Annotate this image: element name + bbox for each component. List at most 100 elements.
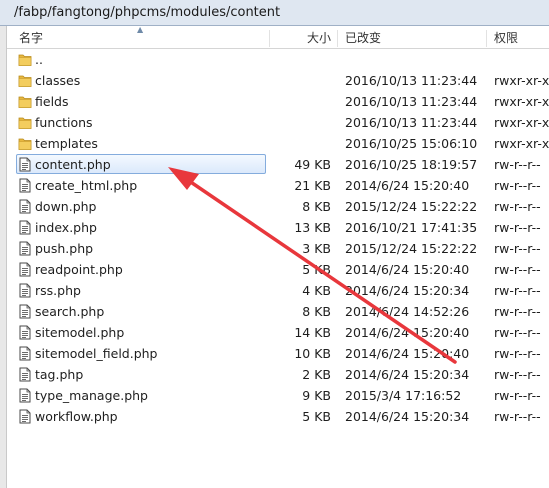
column-divider[interactable] xyxy=(269,30,270,47)
file-name: .. xyxy=(35,52,43,67)
file-row[interactable]: down.php 8 KB 2015/12/24 15:22:22 rw-r--r-- xyxy=(7,196,549,217)
folder-icon xyxy=(18,94,32,109)
folder-icon xyxy=(18,52,32,67)
file-name: templates xyxy=(35,136,98,151)
file-size: 8 KB xyxy=(302,199,331,214)
folder-row[interactable]: .. xyxy=(7,49,549,70)
file-row[interactable]: sitemodel.php 14 KB 2014/6/24 15:20:40 rw-r… xyxy=(7,322,549,343)
sort-ascending-icon: ▲ xyxy=(137,25,144,34)
column-divider[interactable] xyxy=(337,30,338,47)
file-modified: 2015/12/24 15:22:22 xyxy=(345,199,478,214)
column-header-modified[interactable]: 已改变 xyxy=(345,28,381,48)
file-size: 2 KB xyxy=(302,367,331,382)
folder-icon xyxy=(18,73,32,88)
file-row[interactable]: create_html.php 21 KB 2014/6/24 15:20:40 rw… xyxy=(7,175,549,196)
file-size xyxy=(267,112,331,133)
file-name: fields xyxy=(35,94,69,109)
path-bar[interactable]: /fabp/fangtong/phpcms/modules/content xyxy=(0,0,549,26)
file-modified: 2014/6/24 15:20:34 xyxy=(345,409,470,424)
column-header-name[interactable]: 名字 xyxy=(19,28,43,48)
column-divider[interactable] xyxy=(486,30,487,47)
file-permissions: rw-r--r-- xyxy=(494,283,541,298)
column-header: 名字 ▲ 大小 已改变 权限 xyxy=(7,25,549,49)
file-name: down.php xyxy=(35,199,97,214)
file-row[interactable]: index.php 13 KB 2016/10/21 17:41:35 rw-r--r… xyxy=(7,217,549,238)
file-name: content.php xyxy=(35,157,111,172)
folder-icon xyxy=(18,115,32,130)
file-row[interactable]: sitemodel_field.php 10 KB 2014/6/24 15:20:… xyxy=(7,343,549,364)
file-name: readpoint.php xyxy=(35,262,123,277)
file-name: functions xyxy=(35,115,93,130)
folder-row[interactable]: fields 2016/10/13 11:23:44 rwxr-xr-x xyxy=(7,91,549,112)
file-row[interactable]: rss.php 4 KB 2014/6/24 15:20:34 rw-r--r-- xyxy=(7,280,549,301)
file-name: create_html.php xyxy=(35,178,138,193)
php-file-icon xyxy=(18,367,32,382)
file-size: 5 KB xyxy=(302,262,331,277)
file-size: 13 KB xyxy=(294,220,331,235)
php-file-icon xyxy=(18,304,32,319)
file-name: type_manage.php xyxy=(35,388,148,403)
file-permissions: rw-r--r-- xyxy=(494,262,541,277)
php-file-icon xyxy=(18,409,32,424)
php-file-icon xyxy=(18,220,32,235)
file-size: 4 KB xyxy=(302,283,331,298)
folder-row[interactable]: classes 2016/10/13 11:23:44 rwxr-xr-x xyxy=(7,70,549,91)
file-modified: 2014/6/24 15:20:34 xyxy=(345,367,470,382)
file-permissions: rw-r--r-- xyxy=(494,325,541,340)
file-size: 8 KB xyxy=(302,304,331,319)
file-row[interactable]: push.php 3 KB 2015/12/24 15:22:22 rw-r--r-- xyxy=(7,238,549,259)
file-row[interactable]: tag.php 2 KB 2014/6/24 15:20:34 rw-r--r-- xyxy=(7,364,549,385)
file-permissions: rwxr-xr-x xyxy=(494,115,549,130)
file-name: search.php xyxy=(35,304,105,319)
column-header-permissions[interactable]: 权限 xyxy=(494,28,518,48)
file-row[interactable]: workflow.php 5 KB 2014/6/24 15:20:34 rw-r--… xyxy=(7,406,549,427)
file-name: push.php xyxy=(35,241,94,256)
file-size: 14 KB xyxy=(294,325,331,340)
file-modified: 2014/6/24 15:20:34 xyxy=(345,283,470,298)
file-name: classes xyxy=(35,73,81,88)
file-permissions: rw-r--r-- xyxy=(494,199,541,214)
file-row[interactable]: search.php 8 KB 2014/6/24 14:52:26 rw-r--r-… xyxy=(7,301,549,322)
php-file-icon xyxy=(18,325,32,340)
file-name: index.php xyxy=(35,220,97,235)
file-permissions: rw-r--r-- xyxy=(494,304,541,319)
php-file-icon xyxy=(18,283,32,298)
php-file-icon xyxy=(18,241,32,256)
file-modified: 2016/10/21 17:41:35 xyxy=(345,220,478,235)
file-modified: 2014/6/24 15:20:40 xyxy=(345,178,470,193)
file-modified: 2016/10/25 18:19:57 xyxy=(345,157,478,172)
folder-row[interactable]: functions 2016/10/13 11:23:44 rwxr-xr-x xyxy=(7,112,549,133)
file-permissions: rw-r--r-- xyxy=(494,157,541,172)
file-size xyxy=(267,70,331,91)
file-size xyxy=(267,133,331,154)
file-size xyxy=(267,49,331,70)
php-file-icon xyxy=(18,388,32,403)
column-header-size[interactable]: 大小 xyxy=(307,28,331,48)
file-modified: 2016/10/25 15:06:10 xyxy=(345,136,478,151)
php-file-icon xyxy=(18,262,32,277)
php-file-icon xyxy=(18,157,32,172)
file-modified: 2016/10/13 11:23:44 xyxy=(345,73,478,88)
file-row[interactable]: readpoint.php 5 KB 2014/6/24 15:20:40 rw-r-… xyxy=(7,259,549,280)
file-modified: 2016/10/13 11:23:44 xyxy=(345,115,478,130)
file-row[interactable]: content.php 49 KB 2016/10/25 18:19:57 rw-r-… xyxy=(7,154,549,175)
file-modified: 2016/10/13 11:23:44 xyxy=(345,94,478,109)
file-permissions: rwxr-xr-x xyxy=(494,73,549,88)
file-size: 9 KB xyxy=(302,388,331,403)
file-size xyxy=(267,91,331,112)
file-permissions: rw-r--r-- xyxy=(494,241,541,256)
file-row[interactable]: type_manage.php 9 KB 2015/3/4 17:16:52 rw-r… xyxy=(7,385,549,406)
file-name: sitemodel_field.php xyxy=(35,346,158,361)
file-modified: 2014/6/24 15:20:40 xyxy=(345,325,470,340)
file-modified: 2014/6/24 14:52:26 xyxy=(345,304,470,319)
current-path[interactable]: /fabp/fangtong/phpcms/modules/content xyxy=(14,5,280,20)
file-name: tag.php xyxy=(35,367,84,382)
file-modified: 2014/6/24 15:20:40 xyxy=(345,346,470,361)
left-panel-edge xyxy=(0,26,7,488)
folder-icon xyxy=(18,136,32,151)
file-modified: 2015/3/4 17:16:52 xyxy=(345,388,462,403)
php-file-icon xyxy=(18,178,32,193)
folder-row[interactable]: templates 2016/10/25 15:06:10 rwxr-xr-x xyxy=(7,133,549,154)
file-permissions: rw-r--r-- xyxy=(494,178,541,193)
file-permissions: rwxr-xr-x xyxy=(494,94,549,109)
